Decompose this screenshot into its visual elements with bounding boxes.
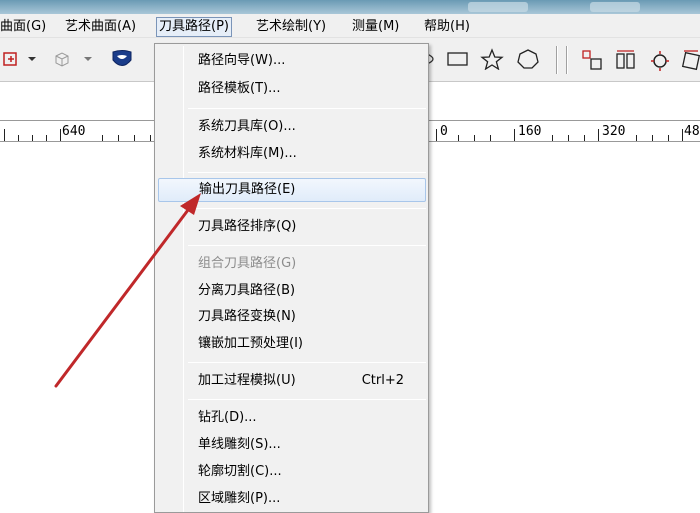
annotation-arrow: [54, 193, 201, 388]
